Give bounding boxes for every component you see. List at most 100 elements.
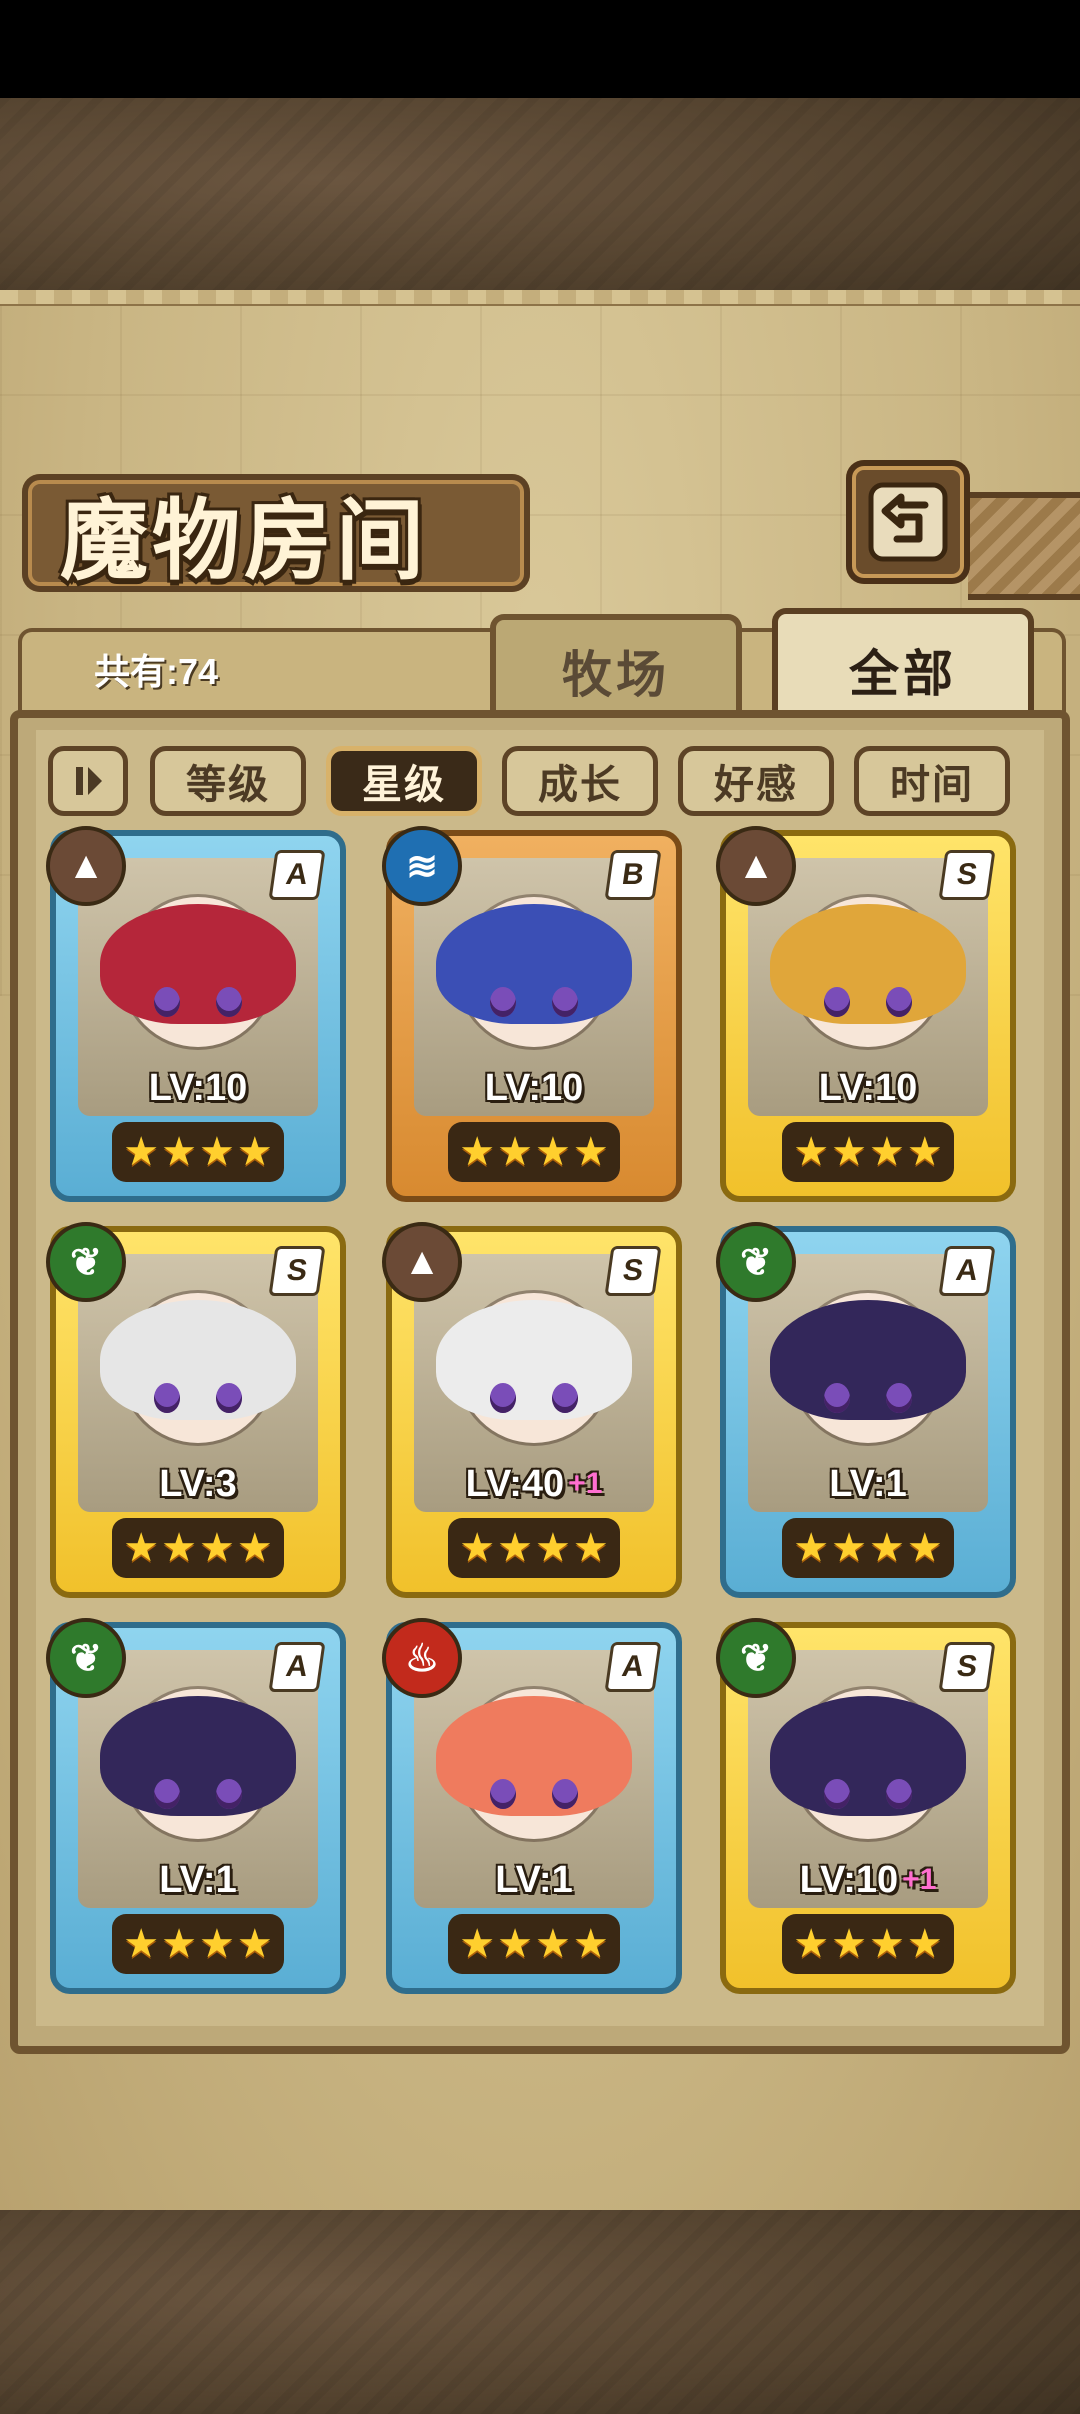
star-rating: ★ ★ ★ ★ — [112, 1914, 284, 1974]
rank-badge: S — [938, 1642, 996, 1692]
star-rating: ★ ★ ★ ★ — [448, 1122, 620, 1182]
star-icon: ★ — [123, 1526, 160, 1570]
rank-badge: S — [938, 850, 996, 900]
monster-hair — [100, 904, 296, 1025]
monster-card[interactable]: A ▲ LV:10 ★ ★ ★ ★ — [46, 826, 346, 1202]
monster-card[interactable]: S ▲ LV:10 ★ ★ ★ ★ — [716, 826, 1016, 1202]
star-icon: ★ — [236, 1922, 273, 1966]
star-icon: ★ — [906, 1130, 943, 1174]
monster-eye — [154, 1383, 180, 1413]
sort-time-button[interactable]: 时间 — [854, 746, 1010, 816]
star-icon: ★ — [236, 1526, 273, 1570]
star-icon: ★ — [123, 1130, 160, 1174]
star-icon: ★ — [161, 1526, 197, 1570]
star-icon: ★ — [199, 1130, 235, 1174]
monster-level: LV:10 — [78, 1062, 318, 1114]
star-icon: ★ — [535, 1922, 571, 1966]
star-icon: ★ — [123, 1922, 160, 1966]
star-icon: ★ — [906, 1526, 943, 1570]
monster-eye — [886, 1779, 912, 1809]
earth-element-icon: ▲ — [46, 826, 126, 906]
monster-level: LV:3 — [78, 1458, 318, 1510]
plant-element-icon: ❦ — [716, 1618, 796, 1698]
star-icon: ★ — [793, 1526, 830, 1570]
level-text: LV:10 — [818, 1066, 918, 1109]
tab-all[interactable]: 全部 — [772, 608, 1034, 726]
star-icon: ★ — [831, 1922, 867, 1966]
plant-element-icon: ❦ — [46, 1618, 126, 1698]
monster-eye — [886, 1383, 912, 1413]
star-rating: ★ ★ ★ ★ — [782, 1518, 954, 1578]
page-title: 魔物房间 — [60, 487, 429, 592]
level-text: LV:10 — [484, 1066, 584, 1109]
tab-ranch[interactable]: 牧场 — [490, 614, 742, 722]
star-icon: ★ — [906, 1922, 943, 1966]
star-icon: ★ — [572, 1130, 609, 1174]
monster-eye — [216, 1779, 242, 1809]
monster-eye — [154, 1779, 180, 1809]
star-icon: ★ — [459, 1526, 496, 1570]
monster-hair — [770, 904, 966, 1025]
sort-affection-button[interactable]: 好感 — [678, 746, 834, 816]
status-bar — [0, 0, 1080, 98]
level-text: LV:40 — [465, 1462, 565, 1505]
star-rating: ★ ★ ★ ★ — [448, 1914, 620, 1974]
monster-card[interactable]: S ❦ LV:10 +1 ★ ★ ★ ★ — [716, 1618, 1016, 1994]
star-icon: ★ — [199, 1526, 235, 1570]
monster-card[interactable]: A ♨ LV:1 ★ ★ ★ ★ — [382, 1618, 682, 1994]
monster-eye — [490, 987, 516, 1017]
earth-element-icon: ▲ — [716, 826, 796, 906]
monster-level: LV:10 — [748, 1062, 988, 1114]
rank-badge: S — [604, 1246, 662, 1296]
monster-hair — [770, 1696, 966, 1817]
monster-card[interactable]: S ❦ LV:3 ★ ★ ★ ★ — [46, 1222, 346, 1598]
monster-eye — [824, 1779, 850, 1809]
star-icon: ★ — [793, 1922, 830, 1966]
star-rating: ★ ★ ★ ★ — [112, 1518, 284, 1578]
star-icon: ★ — [831, 1130, 867, 1174]
monster-eye — [216, 1383, 242, 1413]
monster-eye — [824, 1383, 850, 1413]
monster-eye — [154, 987, 180, 1017]
back-button[interactable] — [846, 460, 970, 584]
monster-level: LV:10 +1 — [748, 1854, 988, 1906]
level-text: LV:3 — [159, 1462, 237, 1505]
star-icon: ★ — [572, 1922, 609, 1966]
sort-star-button[interactable]: 星级 — [326, 746, 482, 816]
level-bonus: +1 — [568, 1467, 603, 1500]
level-text: LV:10 — [799, 1858, 899, 1901]
star-icon: ★ — [236, 1130, 273, 1174]
rank-badge: B — [604, 850, 662, 900]
monster-card[interactable]: B ≋ LV:10 ★ ★ ★ ★ — [382, 826, 682, 1202]
rank-badge: A — [268, 1642, 326, 1692]
sort-order-toggle[interactable] — [48, 746, 128, 816]
monster-eye — [552, 1779, 578, 1809]
monster-card[interactable]: A ❦ LV:1 ★ ★ ★ ★ — [716, 1222, 1016, 1598]
sort-order-toggle-icon — [76, 767, 102, 795]
back-arrow-icon — [868, 482, 948, 562]
plant-element-icon: ❦ — [716, 1222, 796, 1302]
total-count: 共有:74 — [94, 651, 219, 692]
monster-card[interactable]: S ▲ LV:40 +1 ★ ★ ★ ★ — [382, 1222, 682, 1598]
monster-level: LV:40 +1 — [414, 1458, 654, 1510]
monster-card[interactable]: A ❦ LV:1 ★ ★ ★ ★ — [46, 1618, 346, 1994]
monster-eye — [824, 987, 850, 1017]
sort-growth-button[interactable]: 成长 — [502, 746, 658, 816]
sort-level-button[interactable]: 等级 — [150, 746, 306, 816]
background-map-bottom — [0, 2210, 1080, 2414]
monster-level: LV:1 — [748, 1458, 988, 1510]
monster-level: LV:10 — [414, 1062, 654, 1114]
monster-eye — [552, 1383, 578, 1413]
star-icon: ★ — [497, 1922, 533, 1966]
star-icon: ★ — [869, 1526, 905, 1570]
fire-element-icon: ♨ — [382, 1618, 462, 1698]
level-text: LV:1 — [495, 1858, 573, 1901]
back-button-strip — [968, 492, 1080, 600]
star-rating: ★ ★ ★ ★ — [782, 1122, 954, 1182]
star-icon: ★ — [831, 1526, 867, 1570]
rank-badge: A — [268, 850, 326, 900]
monster-eye — [490, 1779, 516, 1809]
monster-eye — [490, 1383, 516, 1413]
earth-element-icon: ▲ — [382, 1222, 462, 1302]
rank-badge: A — [938, 1246, 996, 1296]
